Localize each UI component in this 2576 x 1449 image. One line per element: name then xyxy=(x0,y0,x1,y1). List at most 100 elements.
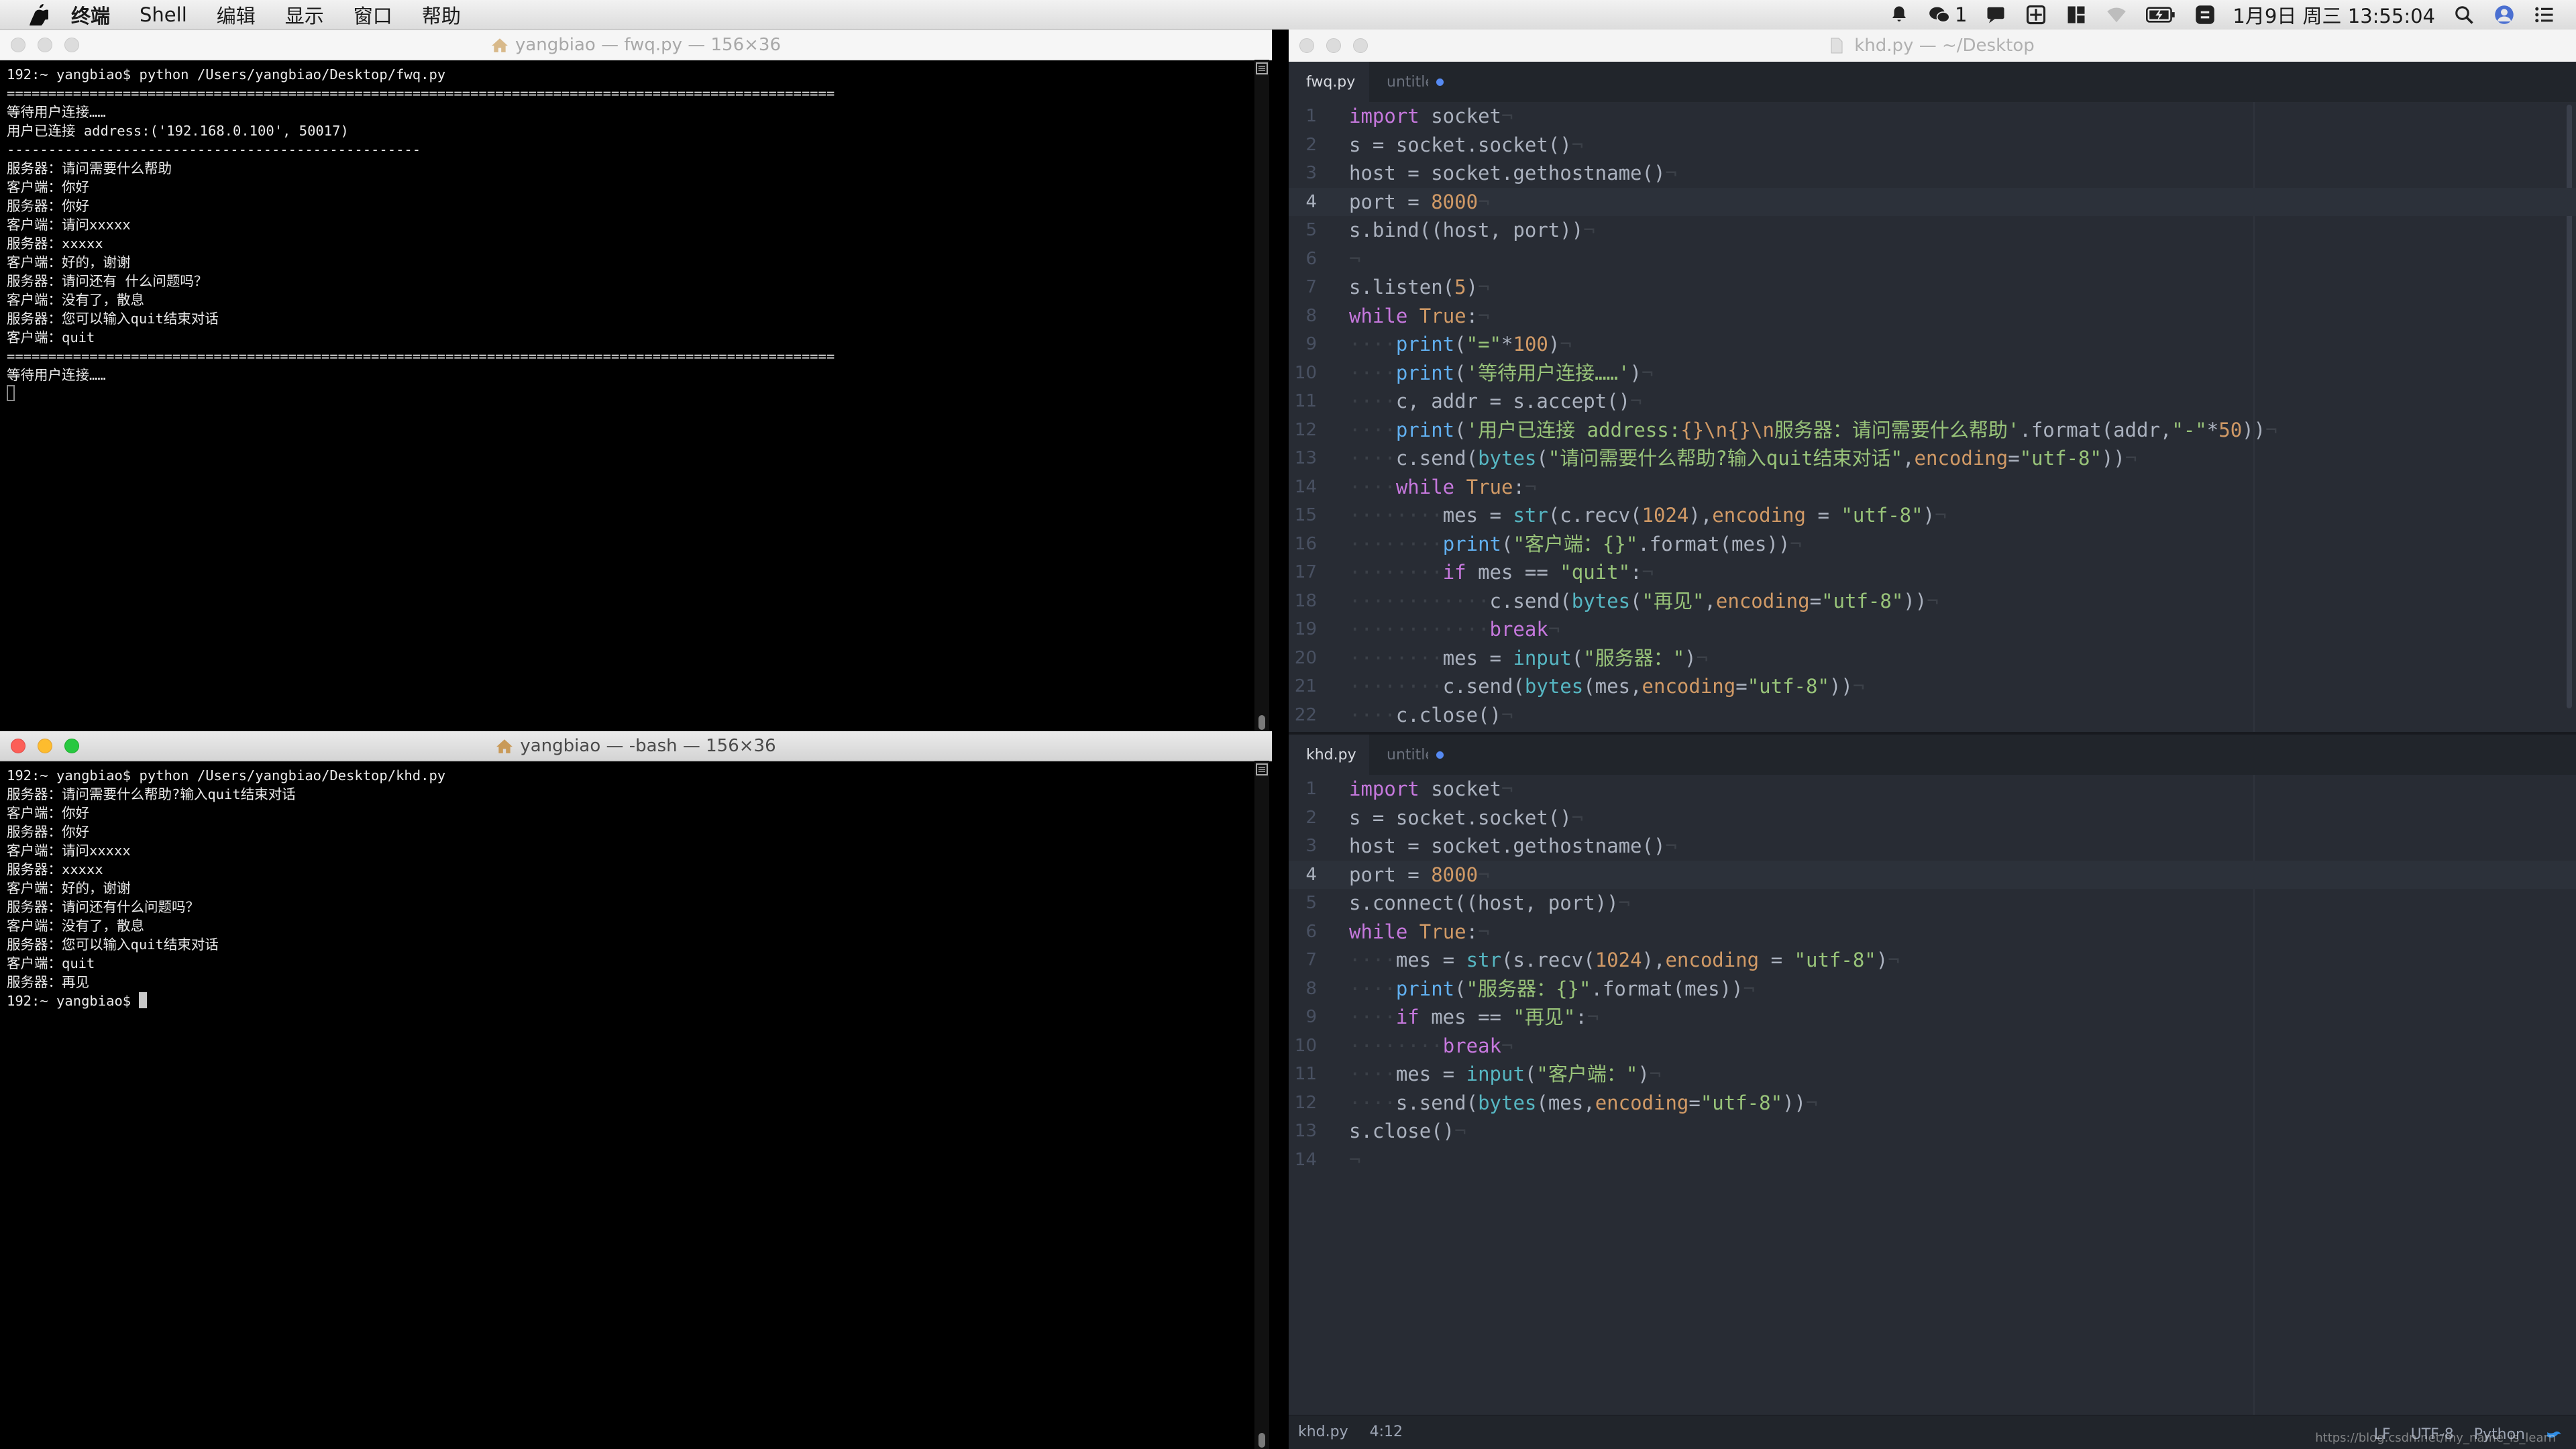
menu-terminal[interactable]: 终端 xyxy=(71,1,110,29)
sync-app-icon[interactable] xyxy=(2194,5,2216,25)
spotlight-search-icon[interactable] xyxy=(2453,5,2475,25)
user-avatar-icon[interactable] xyxy=(2493,5,2516,25)
line-number: 10 xyxy=(1294,362,1317,383)
code-line[interactable]: 8 while True:¬ xyxy=(1289,302,2576,330)
code-pane-khd[interactable]: 1 import socket¬ 2 s = socket.socket()¬ 3 hos… xyxy=(1289,775,2576,1415)
code-token: s = socket.socket() xyxy=(1349,133,1572,156)
code-line[interactable]: 20 ········mes = input("服务器：")¬ xyxy=(1289,644,2576,672)
minimize-button[interactable] xyxy=(1326,38,1341,53)
home-folder-icon xyxy=(491,37,508,53)
apple-menu-icon[interactable] xyxy=(24,0,54,30)
close-button[interactable] xyxy=(11,38,25,52)
code-line[interactable]: 11 ····c, addr = s.accept()¬ xyxy=(1289,387,2576,415)
code-line[interactable]: 1 import socket¬ xyxy=(1289,102,2576,130)
code-line[interactable]: 13 ····c.send(bytes("请问需要什么帮助?输入quit结束对话"… xyxy=(1289,444,2576,472)
scroll-thumb[interactable] xyxy=(1258,715,1265,730)
code-line[interactable]: 15 ········mes = str(c.recv(1024),encodin… xyxy=(1289,501,2576,529)
code-line[interactable]: 7 s.listen(5)¬ xyxy=(1289,273,2576,301)
code-line[interactable]: 17 ········if mes == "quit":¬ xyxy=(1289,558,2576,586)
line-number: 1 xyxy=(1305,779,1317,799)
messages-icon[interactable] xyxy=(1984,5,2007,25)
notification-center-icon[interactable] xyxy=(2533,5,2556,25)
code-token: = xyxy=(1759,949,1794,971)
code-line[interactable]: 22 ····c.close()¬ xyxy=(1289,701,2576,729)
zoom-button[interactable] xyxy=(64,739,79,753)
code-line[interactable]: 19 ············break¬ xyxy=(1289,615,2576,643)
line-number: 13 xyxy=(1294,1121,1317,1141)
code-line[interactable]: 3 host = socket.gethostname()¬ xyxy=(1289,159,2576,187)
code-line[interactable]: 9 ····print("="*100)¬ xyxy=(1289,330,2576,358)
clock-text[interactable]: 1月9日 周三 13:55:04 xyxy=(2233,1,2435,29)
code-line[interactable]: 4 port = 8000¬ xyxy=(1289,860,2576,889)
close-button[interactable] xyxy=(1299,38,1314,53)
code-line[interactable]: 12 ····print('用户已连接 address:{}\n{}\n服务器：请… xyxy=(1289,416,2576,444)
battery-icon[interactable] xyxy=(2145,5,2176,25)
scroll-thumb[interactable] xyxy=(1258,1433,1265,1448)
notification-bell-icon[interactable] xyxy=(1888,5,1911,25)
terminal-titlebar-server[interactable]: yangbiao — fwq.py — 156×36 xyxy=(0,30,1272,60)
code-token: ( xyxy=(1454,333,1466,356)
scrollbar[interactable] xyxy=(1254,60,1269,731)
zoom-button[interactable] xyxy=(64,38,79,52)
tab-untitled[interactable]: untitled xyxy=(1369,735,1463,775)
code-line[interactable]: 16 ········print("客户端：{}".format(mes))¬ xyxy=(1289,530,2576,558)
split-pane-icon[interactable] xyxy=(1256,62,1268,74)
code-token: encoding xyxy=(1642,675,1736,698)
minimize-button[interactable] xyxy=(38,739,52,753)
menu-shell[interactable]: Shell xyxy=(140,3,187,26)
code-line[interactable]: 6 while True:¬ xyxy=(1289,918,2576,946)
code-line[interactable]: 4 port = 8000¬ xyxy=(1289,187,2576,216)
menu-window[interactable]: 窗口 xyxy=(354,1,392,29)
wifi-icon[interactable] xyxy=(2105,5,2128,25)
code-line[interactable]: 3 host = socket.gethostname()¬ xyxy=(1289,832,2576,860)
tab-untitled[interactable]: untitled xyxy=(1369,62,1463,102)
split-pane-icon[interactable] xyxy=(1256,763,1268,775)
code-line[interactable]: 18 ············c.send(bytes("再见",encoding… xyxy=(1289,587,2576,615)
menu-help[interactable]: 帮助 xyxy=(422,1,461,29)
code-line[interactable]: 12 ····s.send(bytes(mes,encoding="utf-8")… xyxy=(1289,1089,2576,1117)
wechat-icon[interactable] xyxy=(1928,5,1951,25)
menu-edit[interactable]: 编辑 xyxy=(217,1,256,29)
code-token: : xyxy=(1630,561,1642,584)
tab-fwq-py[interactable]: fwq.py xyxy=(1289,62,1369,102)
terminal-output-server[interactable]: 192:~ yangbiao$ python /Users/yangbiao/D… xyxy=(7,65,1248,731)
eol-marker: ¬ xyxy=(1501,777,1513,800)
code-text: ········if mes == "quit":¬ xyxy=(1349,558,1654,586)
code-line[interactable]: 1 import socket¬ xyxy=(1289,775,2576,803)
editor-titlebar[interactable]: khd.py — ~/Desktop xyxy=(1289,30,2576,62)
code-pane-fwq[interactable]: 1 import socket¬ 2 s = socket.socket()¬ 3 hos… xyxy=(1289,102,2576,732)
code-line[interactable]: 13 s.close()¬ xyxy=(1289,1117,2576,1145)
code-line[interactable]: 5 s.bind((host, port))¬ xyxy=(1289,216,2576,244)
code-token: '用户已连接 address: xyxy=(1466,418,1681,441)
status-cursor-position[interactable]: 4:12 xyxy=(1370,1424,1403,1440)
terminal-window-server[interactable]: yangbiao — fwq.py — 156×36 192:~ yangbia… xyxy=(0,30,1272,731)
close-button[interactable] xyxy=(11,739,25,753)
scrollbar[interactable] xyxy=(1254,761,1269,1449)
input-method-icon[interactable] xyxy=(2025,5,2047,25)
tab-khd-py[interactable]: khd.py xyxy=(1289,735,1369,775)
code-line[interactable]: 2 s = socket.socket()¬ xyxy=(1289,131,2576,159)
code-token: c.close() xyxy=(1395,703,1501,727)
minimize-button[interactable] xyxy=(38,38,52,52)
code-line[interactable]: 7 ····mes = str(s.recv(1024),encoding = "… xyxy=(1289,946,2576,974)
code-line[interactable]: 21 ········c.send(bytes(mes,encoding="utf… xyxy=(1289,672,2576,700)
code-line[interactable]: 10 ····print('等待用户连接……')¬ xyxy=(1289,359,2576,387)
code-line[interactable]: 11 ····mes = input("客户端：")¬ xyxy=(1289,1060,2576,1088)
code-line[interactable]: 14 ¬ xyxy=(1289,1146,2576,1174)
code-line[interactable]: 8 ····print("服务器：{}".format(mes))¬ xyxy=(1289,975,2576,1003)
code-line[interactable]: 10 ········break¬ xyxy=(1289,1032,2576,1060)
zoom-button[interactable] xyxy=(1353,38,1368,53)
code-line[interactable]: 2 s = socket.socket()¬ xyxy=(1289,804,2576,832)
terminal-window-client[interactable]: yangbiao — -bash — 156×36 192:~ yangbiao… xyxy=(0,731,1272,1449)
eol-marker: ¬ xyxy=(1743,977,1755,1000)
terminal-output-client[interactable]: 192:~ yangbiao$ python /Users/yangbiao/D… xyxy=(7,766,1248,1449)
code-line[interactable]: 6 ¬ xyxy=(1289,245,2576,273)
window-layout-icon[interactable] xyxy=(2065,5,2088,25)
code-line[interactable]: 14 ····while True:¬ xyxy=(1289,473,2576,501)
code-line[interactable]: 5 s.connect((host, port))¬ xyxy=(1289,889,2576,917)
terminal-titlebar-client[interactable]: yangbiao — -bash — 156×36 xyxy=(0,731,1272,761)
code-token: ( xyxy=(1454,977,1466,1000)
menu-view[interactable]: 显示 xyxy=(285,1,324,29)
status-file-name[interactable]: khd.py xyxy=(1298,1424,1348,1440)
code-line[interactable]: 9 ····if mes == "再见":¬ xyxy=(1289,1003,2576,1031)
